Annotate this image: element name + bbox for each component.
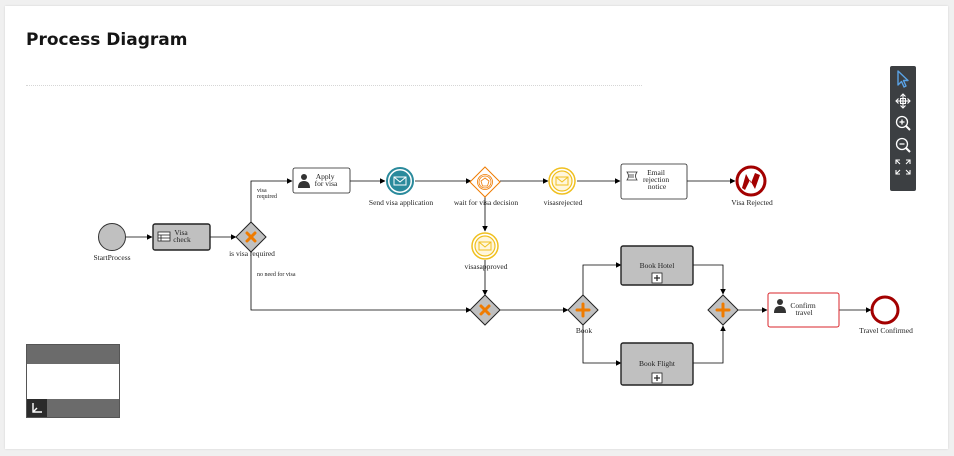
end-event-travel-confirmed[interactable] [870, 295, 900, 325]
subprocess-book-flight-label: Book Flight [639, 359, 676, 368]
expand-plus-icon[interactable] [651, 272, 663, 284]
end-event-visa-rejected-label: Visa Rejected [731, 198, 773, 207]
event-send-visa-application-label: Send visa application [369, 198, 433, 207]
bpmn-canvas[interactable]: visa required no need for visa StartProc… [0, 0, 954, 456]
event-visasrejected[interactable] [548, 167, 576, 195]
start-event[interactable] [98, 223, 126, 251]
minimap-top-mask [27, 345, 119, 364]
end-event-travel-confirmed-label: Travel Confirmed [859, 326, 913, 335]
gateway-book[interactable] [567, 294, 599, 326]
gateway-wait-for-visa-decision-label: wait for visa decision [454, 198, 519, 207]
gateway-wait-for-visa-decision[interactable] [469, 166, 501, 198]
event-visasapproved-label: visasapproved [465, 262, 508, 271]
pan-icon[interactable] [892, 90, 914, 112]
diagram-minimap[interactable] [26, 344, 120, 418]
business-rule-icon [157, 231, 171, 242]
diagram-toolbar [890, 66, 916, 191]
flow-hotel-to-join[interactable] [693, 264, 726, 295]
envelope-icon [393, 176, 407, 186]
start-event-label: StartProcess [93, 253, 130, 262]
event-visasrejected-label: visasrejected [544, 198, 583, 207]
subprocess-book-hotel-label: Book Hotel [640, 261, 675, 270]
zoom-out-icon[interactable] [892, 134, 914, 156]
expand-plus-icon[interactable] [651, 372, 663, 384]
gateway-join-visa[interactable] [469, 294, 501, 326]
envelope-icon [478, 241, 492, 251]
gateway-is-visa-required[interactable] [235, 221, 267, 253]
task-visa-check-label: Visa check [173, 228, 191, 244]
task-apply-for-visa-label: Apply for visa [315, 172, 338, 188]
event-visasapproved[interactable] [471, 232, 499, 260]
gateway-is-visa-required-label: is visa required [229, 249, 275, 258]
select-icon[interactable] [892, 68, 914, 90]
flow-book-to-hotel[interactable] [582, 262, 622, 295]
sequence-flows [126, 178, 872, 366]
zoom-in-icon[interactable] [892, 112, 914, 134]
gateway-book-label: Book [576, 326, 593, 335]
flow-flight-to-join[interactable] [693, 325, 726, 364]
edge-label-visa-required: visa required [257, 188, 277, 200]
minimap-toggle-icon[interactable] [27, 399, 47, 417]
envelope-icon [555, 176, 569, 186]
end-event-visa-rejected[interactable] [735, 165, 767, 197]
fit-screen-icon[interactable] [892, 156, 914, 178]
event-send-visa-application[interactable] [386, 167, 414, 195]
gateway-join-booking[interactable] [707, 294, 739, 326]
flow-no-visa[interactable] [250, 252, 472, 313]
edge-label-no-visa: no need for visa [257, 271, 296, 278]
